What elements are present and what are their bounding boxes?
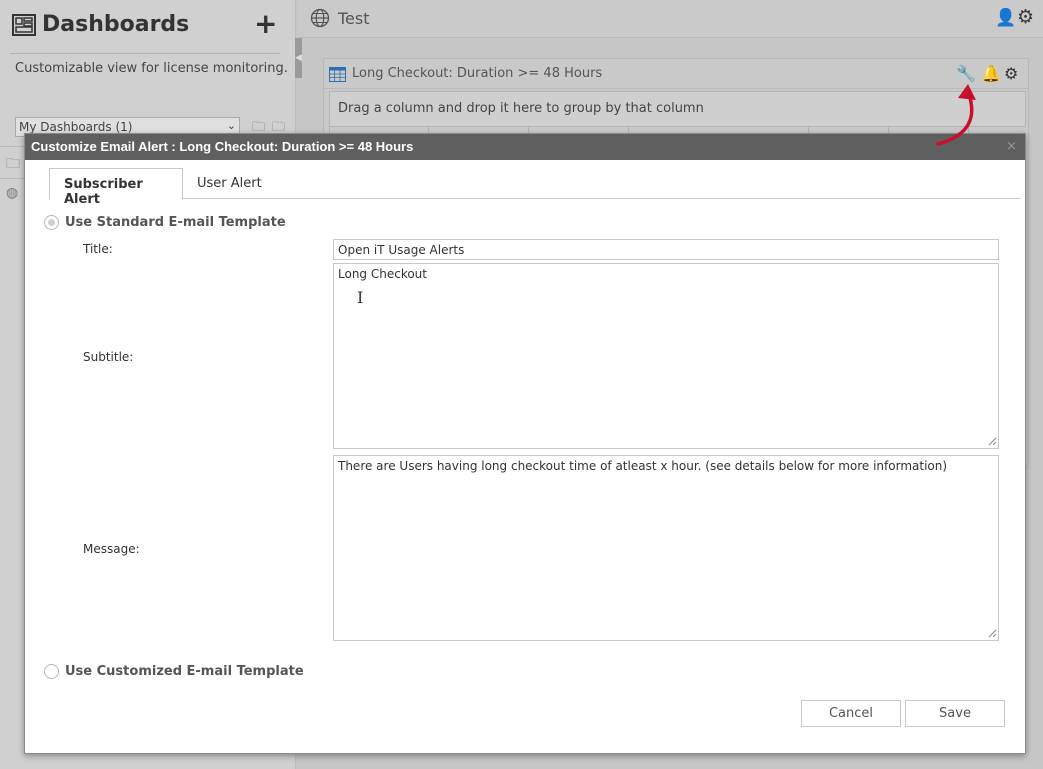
dashboard-title: Test bbox=[338, 9, 370, 28]
message-textarea[interactable]: There are Users having long checkout tim… bbox=[333, 455, 999, 641]
sidebar-header: Dashboards bbox=[12, 12, 189, 37]
folder-edit-icon[interactable]: 🗀 bbox=[252, 118, 268, 135]
customized-template-label: Use Customized E-mail Template bbox=[65, 664, 304, 679]
folder-icon: 🗀 bbox=[6, 156, 20, 172]
sidebar-description: Customizable view for license monitoring… bbox=[15, 61, 288, 76]
resize-grip-icon[interactable] bbox=[988, 629, 997, 638]
close-icon[interactable]: × bbox=[1006, 139, 1017, 154]
widget-gear-icon[interactable]: ⚙ bbox=[1004, 64, 1018, 83]
customized-template-radio[interactable] bbox=[44, 664, 59, 679]
subtitle-textarea[interactable]: Long Checkout bbox=[333, 263, 999, 449]
save-button[interactable]: Save bbox=[905, 700, 1005, 727]
title-label: Title: bbox=[83, 242, 113, 256]
sidebar-divider bbox=[10, 53, 280, 54]
dashboard-header: Test 👤 ⚙ bbox=[298, 0, 1043, 38]
subtitle-label: Subtitle: bbox=[83, 350, 134, 364]
message-label: Message: bbox=[83, 542, 140, 556]
group-by-drop-zone[interactable]: Drag a column and drop it here to group … bbox=[329, 91, 1026, 127]
widget-header: Long Checkout: Duration >= 48 Hours 🔧 🔔 … bbox=[324, 59, 1028, 89]
dashboard-icon bbox=[12, 13, 36, 36]
annotation-arrow-icon bbox=[936, 84, 976, 146]
dashboard-select-value: My Dashboards (1) bbox=[19, 120, 133, 134]
cancel-button[interactable]: Cancel bbox=[801, 700, 901, 727]
gear-icon[interactable]: ⚙ bbox=[1017, 6, 1034, 28]
resize-grip-icon[interactable] bbox=[988, 437, 997, 446]
tab-subscriber-alert[interactable]: Subscriber Alert bbox=[49, 168, 183, 207]
user-icon[interactable]: 👤 bbox=[995, 8, 1016, 28]
customize-email-alert-dialog: Customize Email Alert : Long Checkout: D… bbox=[24, 133, 1026, 754]
globe-icon: ◍ bbox=[6, 185, 19, 201]
alert-tabs: Subscriber Alert User Alert bbox=[49, 168, 1021, 207]
title-input[interactable] bbox=[333, 239, 999, 260]
group-by-hint: Drag a column and drop it here to group … bbox=[338, 101, 704, 116]
widget-title: Long Checkout: Duration >= 48 Hours bbox=[352, 66, 603, 81]
dialog-title: Customize Email Alert : Long Checkout: D… bbox=[31, 139, 414, 154]
tab-user-alert[interactable]: User Alert bbox=[183, 168, 276, 199]
standard-template-label: Use Standard E-mail Template bbox=[65, 215, 286, 230]
sidebar-title: Dashboards bbox=[42, 12, 190, 37]
sidebar-collapse-handle[interactable]: ◀ bbox=[295, 38, 302, 78]
add-dashboard-button[interactable]: + bbox=[254, 10, 277, 38]
folder-add-icon[interactable]: 🗀 bbox=[272, 118, 288, 135]
globe-icon bbox=[310, 8, 330, 28]
text-cursor-icon: I bbox=[357, 288, 364, 307]
standard-template-radio[interactable] bbox=[44, 215, 59, 230]
table-icon bbox=[329, 67, 346, 82]
dialog-titlebar: Customize Email Alert : Long Checkout: D… bbox=[25, 134, 1025, 160]
chevron-down-icon: ⌄ bbox=[226, 119, 236, 132]
